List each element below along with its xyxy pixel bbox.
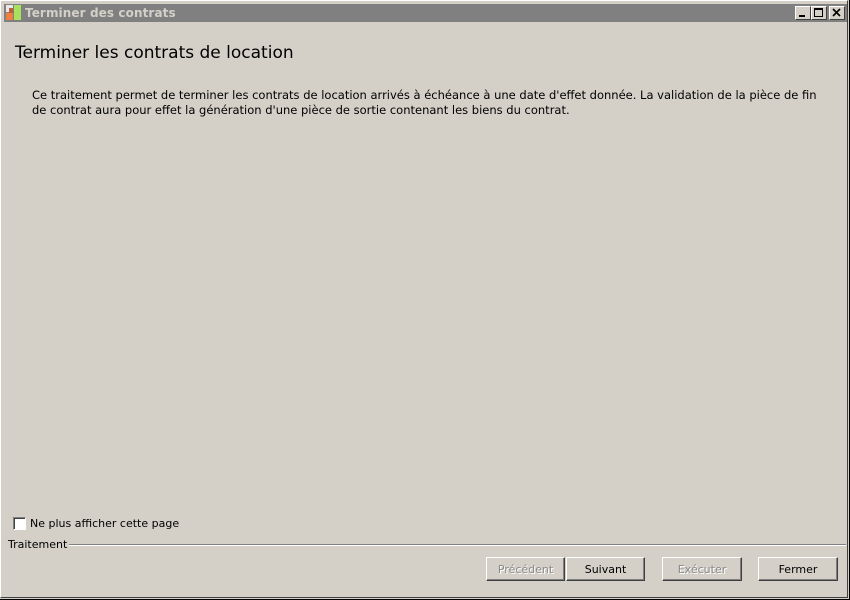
next-button[interactable]: Suivant	[566, 557, 645, 581]
app-icon	[6, 5, 22, 21]
hide-page-checkbox[interactable]	[13, 517, 26, 530]
hide-page-label[interactable]: Ne plus afficher cette page	[30, 517, 179, 530]
close-button[interactable]: Fermer	[758, 557, 838, 581]
page-title: Terminer les contrats de location	[15, 43, 294, 63]
dialog-window: Terminer des contrats Terminer les contr…	[0, 0, 850, 600]
hide-page-option[interactable]: Ne plus afficher cette page	[13, 517, 179, 530]
page-description: Ce traitement permet de terminer les con…	[32, 88, 817, 117]
maximize-icon[interactable]	[811, 6, 827, 20]
previous-button[interactable]: Précédent	[486, 557, 565, 581]
window-controls	[795, 6, 845, 20]
group-label: Traitement	[8, 538, 70, 551]
execute-button[interactable]: Exécuter	[662, 557, 742, 581]
window-frame: Terminer des contrats Terminer les contr…	[0, 0, 848, 598]
group-divider	[61, 544, 846, 546]
close-icon[interactable]	[829, 6, 845, 20]
title-bar[interactable]: Terminer des contrats	[4, 4, 847, 22]
window-title: Terminer des contrats	[25, 6, 176, 20]
minimize-icon[interactable]	[795, 6, 811, 20]
